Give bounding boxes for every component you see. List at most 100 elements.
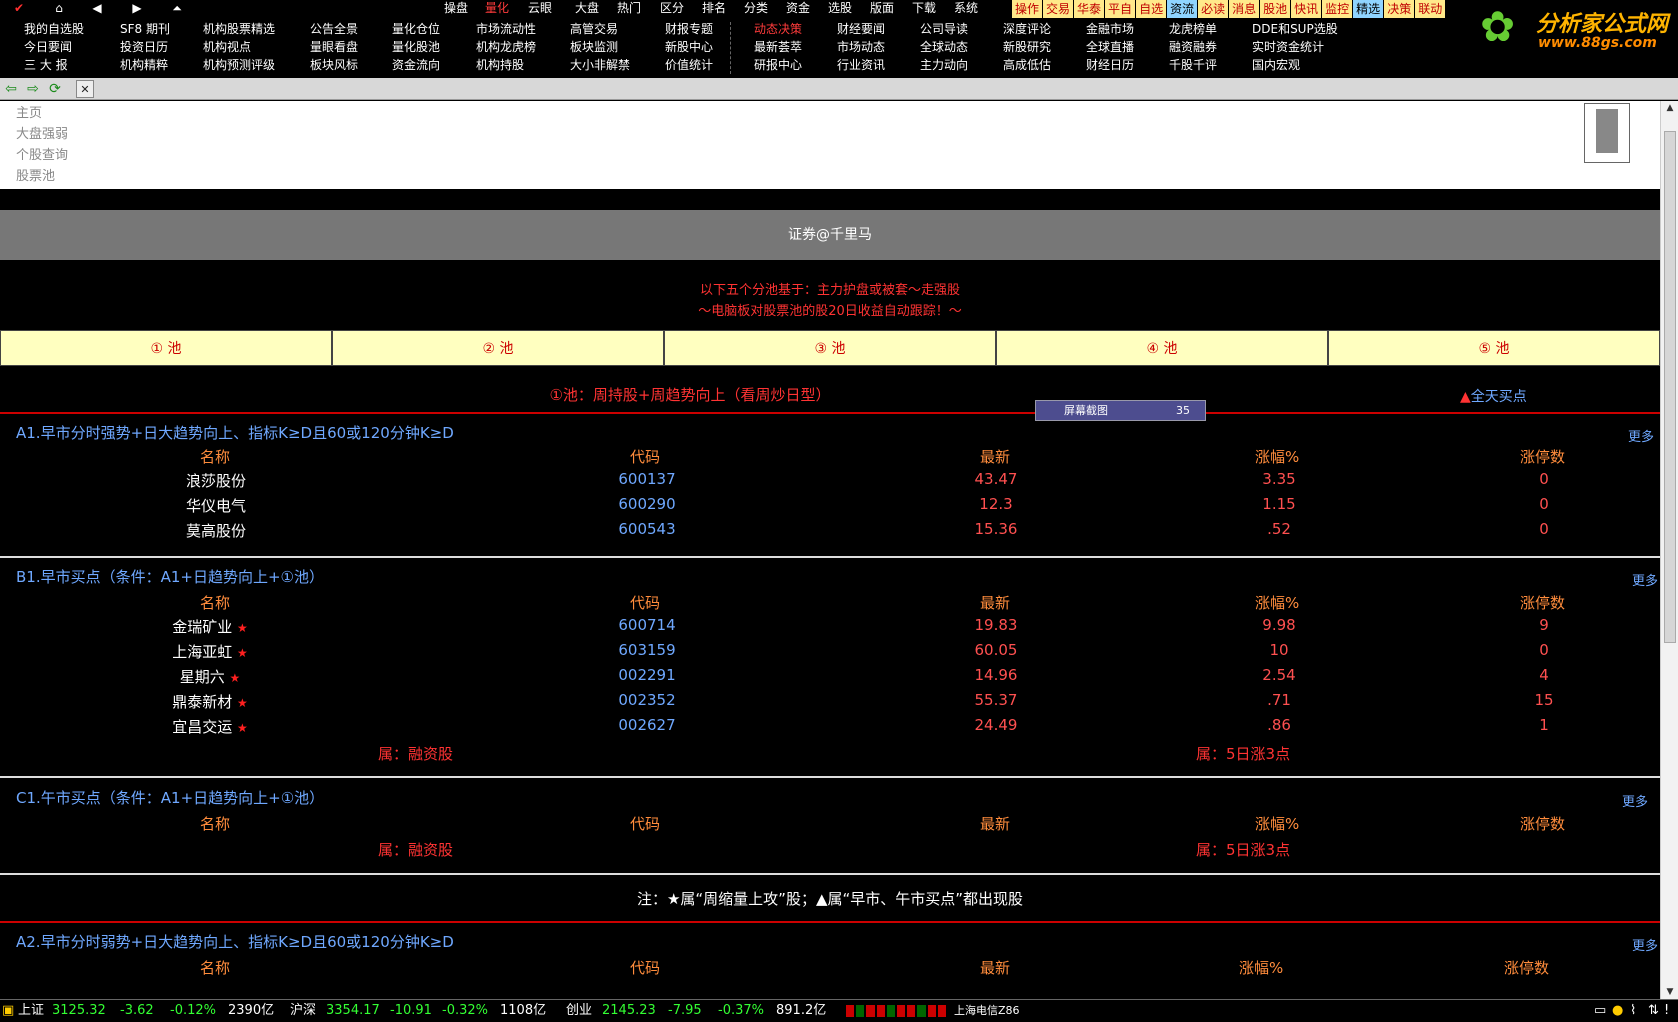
link-caijingrili[interactable]: 财经日历 [1086, 58, 1134, 73]
more-link[interactable]: 更多 [1622, 791, 1648, 810]
link-jigouchigu[interactable]: 机构持股 [476, 58, 524, 73]
tab-bidu[interactable]: 必读 [1198, 0, 1230, 18]
scroll-down-icon[interactable]: ▼ [1661, 987, 1678, 997]
link-wodezixuangu[interactable]: 我的自选股 [24, 22, 84, 37]
link-touzirili[interactable]: 投资日历 [120, 40, 168, 55]
link-bankuaijiance[interactable]: 板块监测 [570, 40, 618, 55]
tab-pool-5[interactable]: ⑤ 池 [1328, 330, 1660, 366]
nav-dapanqiangruo[interactable]: 大盘强弱 [16, 123, 68, 142]
menu-banmian[interactable]: 版面 [870, 1, 894, 16]
link-gaoguanjiaoyi[interactable]: 高管交易 [570, 22, 618, 37]
link-quanqiudongtai[interactable]: 全球动态 [920, 40, 968, 55]
stock-name[interactable]: 华仪电气 [106, 495, 326, 516]
link-hangyezixun[interactable]: 行业资讯 [837, 58, 885, 73]
link-guoneihongguan[interactable]: 国内宏观 [1252, 58, 1300, 73]
link-zuixinhuicui[interactable]: 最新荟萃 [754, 40, 802, 55]
forward-icon[interactable]: ⇨ [24, 80, 42, 98]
stock-name[interactable]: 宜昌交运 ★ [100, 716, 320, 737]
stop-icon[interactable]: ✕ [76, 80, 94, 98]
network-icon[interactable]: ⇅ [1648, 1000, 1659, 1022]
menu-xuangu[interactable]: 选股 [828, 1, 852, 16]
stock-code[interactable]: 600290 [587, 495, 707, 513]
server-name[interactable]: 上海电信Z86 [954, 1000, 1020, 1022]
vertical-scrollbar[interactable]: ▲ ▼ [1660, 101, 1678, 999]
menu-dapan[interactable]: 大盘 [575, 1, 599, 16]
tab-guchi[interactable]: 股池 [1260, 0, 1292, 18]
tab-kuaixun[interactable]: 快讯 [1291, 0, 1323, 18]
tab-jiaoyi[interactable]: 交易 [1043, 0, 1075, 18]
link-sf8-qikan[interactable]: SF8 期刊 [120, 22, 170, 37]
link-xinguyanjiu[interactable]: 新股研究 [1003, 40, 1051, 55]
menu-qufen[interactable]: 区分 [660, 1, 684, 16]
scroll-up-icon[interactable]: ▲ [1661, 103, 1678, 113]
link-liangyankanpan[interactable]: 量眼看盘 [310, 40, 358, 55]
up-arrow-icon[interactable]: ⏶ [158, 0, 196, 16]
scroll-thumb[interactable] [1664, 131, 1676, 643]
menu-lianghua[interactable]: 量化 [485, 1, 509, 16]
link-shichangdongtai[interactable]: 市场动态 [837, 40, 885, 55]
tab-pool-4[interactable]: ④ 池 [996, 330, 1328, 366]
menu-xiazai[interactable]: 下载 [912, 1, 936, 16]
tab-zixuan[interactable]: 自选 [1136, 0, 1168, 18]
link-gonggaoquanjing[interactable]: 公告全景 [310, 22, 358, 37]
hs-label[interactable]: 沪深 [290, 1000, 316, 1022]
stock-name[interactable]: 鼎泰新材 ★ [100, 691, 320, 712]
menu-zijin[interactable]: 资金 [786, 1, 810, 16]
link-sandabao[interactable]: 三 大 报 [24, 58, 68, 73]
stock-code[interactable]: 600714 [587, 616, 707, 634]
link-jigoujingcui[interactable]: 机构精粹 [120, 58, 168, 73]
menu-remen[interactable]: 热门 [617, 1, 641, 16]
link-daxiaofeijiejin[interactable]: 大小非解禁 [570, 58, 630, 73]
tab-caozuo[interactable]: 操作 [1012, 0, 1044, 18]
cy-label[interactable]: 创业 [566, 1000, 592, 1022]
link-rongzirongquan[interactable]: 融资融券 [1169, 40, 1217, 55]
more-link[interactable]: 更多 [1628, 426, 1654, 445]
tab-liandong[interactable]: 联动 [1415, 0, 1447, 18]
link-dde-sup-xuangu[interactable]: DDE和SUP选股 [1252, 22, 1338, 37]
link-zhulidongxiang[interactable]: 主力动向 [920, 58, 968, 73]
panel-thumbnail[interactable] [1584, 103, 1630, 163]
tab-pool-2[interactable]: ② 池 [332, 330, 664, 366]
link-jinrongshichang[interactable]: 金融市场 [1086, 22, 1134, 37]
link-dongtaijuece[interactable]: 动态决策 [754, 22, 802, 37]
tab-xiaoxi[interactable]: 消息 [1229, 0, 1261, 18]
link-shendupinglun[interactable]: 深度评论 [1003, 22, 1051, 37]
tab-pingzi[interactable]: 平自 [1105, 0, 1137, 18]
link-jigouyucepingji[interactable]: 机构预测评级 [203, 58, 275, 73]
nav-home[interactable]: 主页 [16, 102, 42, 121]
link-jigoushidian[interactable]: 机构视点 [203, 40, 251, 55]
link-jinriyaowen[interactable]: 今日要闻 [24, 40, 72, 55]
signal-icon[interactable]: ⌇ [1630, 1000, 1636, 1022]
forward-arrow-icon[interactable]: ▶ [118, 0, 156, 16]
link-xinguzhongxin[interactable]: 新股中心 [665, 40, 713, 55]
stock-name[interactable]: 莫高股份 [106, 520, 326, 541]
link-jigoulonghubang[interactable]: 机构龙虎榜 [476, 40, 536, 55]
link-jiazhitongji[interactable]: 价值统计 [665, 58, 713, 73]
back-icon[interactable]: ⇦ [2, 80, 20, 98]
lock-icon[interactable]: ● [1612, 1000, 1623, 1022]
tab-pool-3[interactable]: ③ 池 [664, 330, 996, 366]
menu-yunyan[interactable]: 云眼 [528, 1, 552, 16]
stock-code[interactable]: 002291 [587, 666, 707, 684]
link-bankuaifengbiao[interactable]: 板块风标 [310, 58, 358, 73]
stock-code[interactable]: 600543 [587, 520, 707, 538]
sh-label[interactable]: 上证 [18, 1000, 44, 1022]
link-gaochengdigu[interactable]: 高成低估 [1003, 58, 1051, 73]
menu-caopan[interactable]: 操盘 [444, 1, 468, 16]
refresh-icon[interactable]: ⟳ [46, 80, 64, 98]
more-link[interactable]: 更多 [1632, 570, 1658, 589]
link-quanqiuzhibo[interactable]: 全球直播 [1086, 40, 1134, 55]
stock-code[interactable]: 600137 [587, 470, 707, 488]
tab-ziliu[interactable]: 资流 [1167, 0, 1199, 18]
pool-right-label[interactable]: ▲全天买点 [1460, 386, 1527, 406]
alert-icon[interactable]: ! [1664, 1000, 1669, 1022]
link-lianghuacangwei[interactable]: 量化仓位 [392, 22, 440, 37]
home-icon[interactable]: ⌂ [40, 0, 78, 16]
tab-huatai[interactable]: 华泰 [1074, 0, 1106, 18]
more-link[interactable]: 更多 [1632, 935, 1658, 954]
stock-name[interactable]: 金瑞矿业 ★ [100, 616, 320, 637]
stock-code[interactable]: 603159 [587, 641, 707, 659]
link-shishizijintongji[interactable]: 实时资金统计 [1252, 40, 1324, 55]
menu-fenlei[interactable]: 分类 [744, 1, 768, 16]
tab-jiankong[interactable]: 监控 [1322, 0, 1354, 18]
